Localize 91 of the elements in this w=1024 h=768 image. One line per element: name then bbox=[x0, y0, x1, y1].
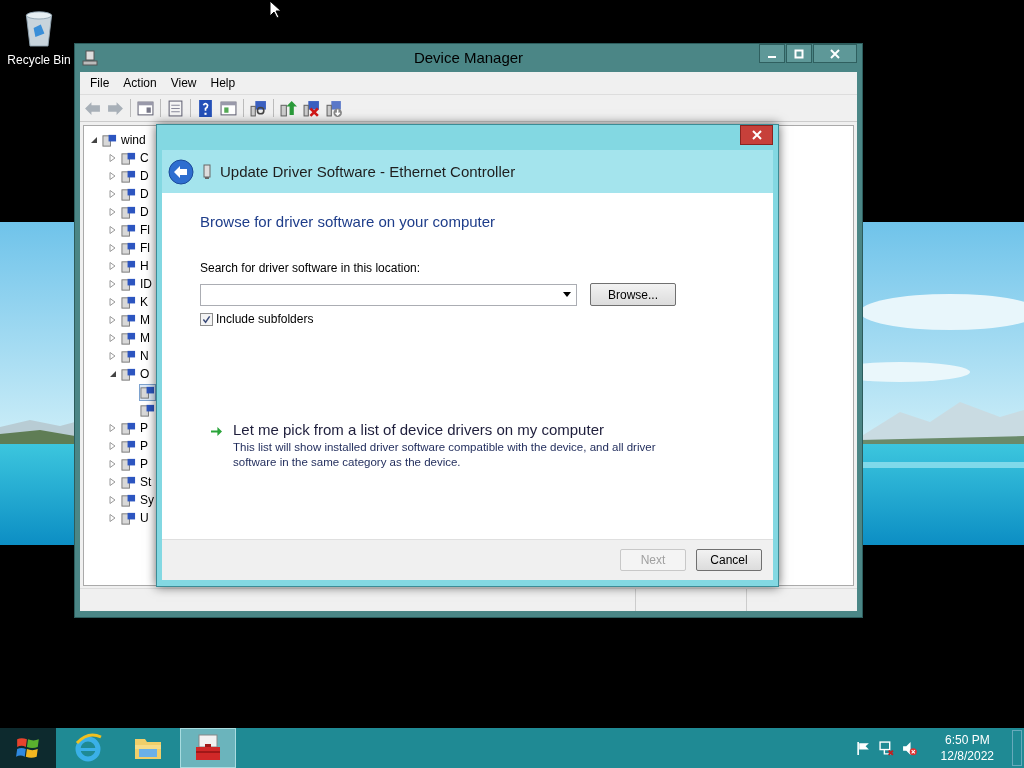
muted-speaker-icon[interactable] bbox=[901, 740, 917, 756]
tree-item[interactable]: N bbox=[140, 349, 149, 363]
option-link[interactable]: Let me pick from a list of device drivers on my computer bbox=[233, 421, 693, 438]
update-icon[interactable] bbox=[280, 99, 297, 117]
tree-item[interactable]: D bbox=[140, 205, 149, 219]
scan-icon[interactable] bbox=[250, 99, 267, 117]
device-icon[interactable] bbox=[121, 168, 136, 184]
desktop-icon-label[interactable]: Recycle Bin bbox=[7, 53, 71, 67]
tree-item[interactable]: C bbox=[140, 151, 149, 165]
device-icon[interactable] bbox=[121, 294, 136, 310]
menu-item[interactable]: Help bbox=[203, 76, 243, 90]
tree-item[interactable]: D bbox=[140, 169, 149, 183]
browser-icon bbox=[73, 733, 103, 763]
device-icon[interactable] bbox=[102, 132, 117, 148]
device-icon[interactable] bbox=[121, 420, 136, 436]
dialog-button[interactable]: Cancel bbox=[696, 549, 762, 571]
tree-item[interactable]: D bbox=[140, 187, 149, 201]
start-button[interactable] bbox=[0, 728, 56, 768]
device-icon[interactable] bbox=[121, 348, 136, 364]
menu-item[interactable]: View bbox=[163, 76, 204, 90]
device-icon[interactable] bbox=[121, 492, 136, 508]
back-button[interactable] bbox=[168, 158, 194, 185]
minimize-icon bbox=[768, 55, 776, 58]
device-icon[interactable] bbox=[121, 258, 136, 274]
windows-logo bbox=[15, 735, 41, 761]
device-icon[interactable] bbox=[121, 312, 136, 328]
device-icon[interactable] bbox=[121, 150, 136, 166]
panel-icon[interactable] bbox=[220, 99, 237, 117]
device-icon[interactable] bbox=[140, 384, 155, 400]
close-icon bbox=[751, 130, 762, 140]
tree-item[interactable]: P bbox=[140, 457, 148, 471]
arrow-icon bbox=[210, 426, 223, 437]
device-icon[interactable] bbox=[140, 402, 155, 418]
tree-item[interactable]: P bbox=[140, 439, 148, 453]
checkbox-label[interactable]: Include subfolders bbox=[216, 312, 314, 326]
tree-item[interactable]: Fl bbox=[140, 223, 150, 237]
tree-item[interactable]: H bbox=[140, 259, 149, 273]
window-title: Device Manager bbox=[412, 49, 525, 66]
uninstall-icon[interactable] bbox=[303, 99, 320, 117]
dialog-title: Update Driver Software - Ethernet Controller bbox=[220, 163, 516, 180]
tree-item[interactable]: St bbox=[140, 475, 152, 489]
device-icon[interactable] bbox=[121, 456, 136, 472]
device-icon[interactable] bbox=[121, 438, 136, 454]
clock[interactable]: 6:50 PM 12/8/2022 bbox=[940, 732, 994, 764]
close-icon bbox=[830, 48, 840, 59]
disable-icon[interactable] bbox=[326, 99, 343, 117]
expander-icon[interactable] bbox=[109, 370, 117, 378]
close-button[interactable] bbox=[740, 125, 773, 145]
tree-item[interactable]: ID bbox=[140, 277, 152, 291]
tree-item[interactable]: M bbox=[140, 331, 150, 345]
device-icon[interactable] bbox=[121, 330, 136, 346]
tree-item[interactable]: M bbox=[140, 313, 150, 327]
maximize-icon bbox=[794, 48, 804, 59]
device-icon[interactable] bbox=[121, 222, 136, 238]
panel-icon[interactable] bbox=[137, 99, 154, 117]
tree-item[interactable]: wind bbox=[121, 133, 146, 147]
device-icon[interactable] bbox=[121, 240, 136, 256]
toolbox-icon bbox=[193, 733, 223, 763]
option-description: This list will show installed driver software compatible with the device, and all driver software in the same category as the device. bbox=[233, 440, 657, 470]
tree-item[interactable]: O bbox=[140, 367, 150, 381]
tree-item[interactable]: Fl bbox=[140, 241, 150, 255]
computer-icon[interactable] bbox=[82, 50, 98, 66]
maximize-button[interactable] bbox=[786, 44, 812, 63]
menu-item[interactable]: File bbox=[83, 76, 117, 90]
checkbox[interactable] bbox=[200, 312, 213, 326]
device-icon[interactable] bbox=[121, 474, 136, 490]
device-icon bbox=[203, 163, 211, 180]
caret-icon[interactable] bbox=[563, 292, 571, 297]
tree-item[interactable]: K bbox=[140, 295, 148, 309]
minimize-button[interactable] bbox=[759, 44, 785, 63]
expander-icon[interactable] bbox=[90, 136, 98, 144]
tree-item[interactable]: P bbox=[140, 421, 148, 435]
device-icon[interactable] bbox=[121, 204, 136, 220]
field-label: Search for driver software in this location: bbox=[200, 261, 422, 275]
network-icon[interactable] bbox=[878, 740, 894, 756]
page-heading: Browse for driver software on your computer bbox=[200, 213, 497, 230]
flag-icon[interactable] bbox=[855, 740, 871, 756]
tree-item[interactable]: U bbox=[140, 511, 149, 525]
help-icon[interactable] bbox=[197, 99, 214, 117]
browse-button[interactable]: Browse... bbox=[590, 283, 676, 306]
close-button[interactable] bbox=[813, 44, 857, 63]
tree-item[interactable]: Sy bbox=[140, 493, 154, 507]
menu-item[interactable]: Action bbox=[116, 76, 164, 90]
clock-date: 12/8/2022 bbox=[940, 748, 994, 764]
properties-icon[interactable] bbox=[167, 99, 184, 117]
toolbox-button[interactable] bbox=[180, 728, 236, 768]
device-icon[interactable] bbox=[121, 186, 136, 202]
clock-time: 6:50 PM bbox=[944, 732, 990, 748]
device-icon[interactable] bbox=[121, 366, 136, 382]
device-icon[interactable] bbox=[121, 276, 136, 292]
device-icon[interactable] bbox=[121, 510, 136, 526]
